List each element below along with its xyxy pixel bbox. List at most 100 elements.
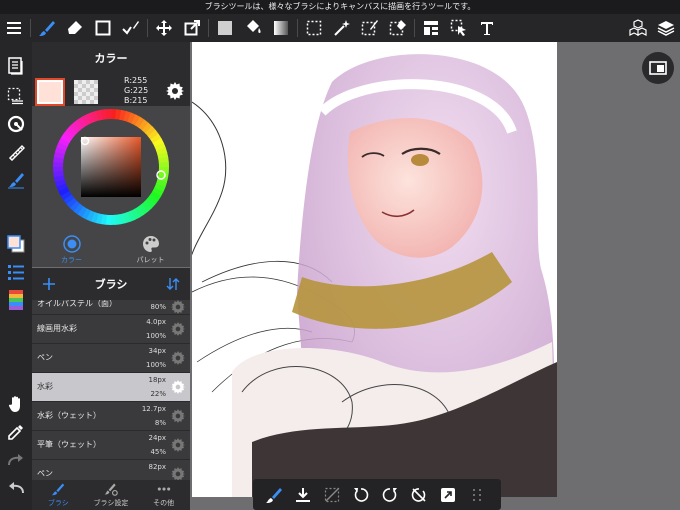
brush-opacity: 8% — [154, 419, 166, 427]
eraser-tool-icon[interactable] — [61, 14, 89, 42]
brush-panel: ブラシ オイルパステル（面） 80% 線画用水彩 4.0px 100% ペン 3… — [32, 268, 190, 510]
color-panel: カラー R:255 G:225 B:215 カラー パレット — [32, 42, 190, 267]
brush-item[interactable]: オイルパステル（面） 80% — [32, 300, 190, 315]
brush-item[interactable]: 線画用水彩 4.0px 100% — [32, 315, 190, 344]
color-bars-icon[interactable] — [4, 288, 28, 312]
brush-gear-icon[interactable] — [171, 351, 185, 365]
text-icon[interactable] — [473, 14, 501, 42]
selection-layer-icon[interactable] — [4, 84, 28, 108]
canvas-bottom-toolbar — [253, 479, 501, 510]
select-pen-plus-icon[interactable] — [356, 14, 384, 42]
rect-shape-icon[interactable] — [89, 14, 117, 42]
layer-thumbnail-icon[interactable] — [433, 480, 462, 509]
hand-icon[interactable] — [4, 392, 28, 416]
brush-name: ペン — [37, 469, 53, 478]
brush-opacity: 100% — [145, 361, 166, 369]
brush-item[interactable]: 平筆（ウェット） 24px 45% — [32, 431, 190, 460]
select-rect-icon[interactable] — [300, 14, 328, 42]
brush-cursor-icon[interactable] — [259, 480, 288, 509]
rotate-left-icon[interactable] — [346, 480, 375, 509]
toolbar-divider — [30, 19, 31, 37]
brush-item-selected[interactable]: 水彩 18px 22% — [32, 373, 190, 402]
brush-opacity: 80% — [150, 303, 166, 311]
brush-gear-icon[interactable] — [171, 467, 185, 480]
brush-size: 24px — [148, 434, 167, 442]
color-tab-icon — [62, 235, 81, 253]
sub-color-swatch[interactable] — [74, 80, 98, 104]
toolbar-divider — [147, 19, 148, 37]
tab-more[interactable]: その他 — [137, 480, 190, 510]
clear-selection-icon[interactable] — [317, 480, 346, 509]
canvas-fullscreen-button[interactable] — [642, 52, 674, 84]
magic-wand-icon[interactable] — [328, 14, 356, 42]
rotate-right-icon[interactable] — [375, 480, 404, 509]
brush-list[interactable]: オイルパステル（面） 80% 線画用水彩 4.0px 100% ペン 34px … — [32, 300, 190, 480]
tab-brush[interactable]: ブラシ — [32, 480, 85, 510]
sv-square-shade — [81, 137, 141, 197]
brush-opacity: 45% — [150, 448, 166, 456]
document-icon[interactable] — [4, 54, 28, 78]
color-swatch-icon[interactable] — [4, 232, 28, 256]
reset-rotation-icon[interactable] — [404, 480, 433, 509]
grip-icon[interactable] — [462, 480, 491, 509]
color-settings-gear-icon[interactable] — [166, 82, 184, 100]
transform-icon[interactable] — [178, 14, 206, 42]
brush-opacity: 100% — [145, 332, 166, 340]
select-eraser-icon[interactable] — [384, 14, 412, 42]
gradient-icon[interactable] — [267, 14, 295, 42]
color-panel-tabs: カラー パレット — [32, 232, 190, 267]
undo-icon[interactable] — [4, 476, 28, 500]
left-toolbar — [0, 42, 32, 510]
snap-icon[interactable] — [4, 112, 28, 136]
color-wheel[interactable] — [52, 108, 170, 226]
brush-gear-icon[interactable] — [171, 438, 185, 452]
save-down-icon[interactable] — [288, 480, 317, 509]
tab-color[interactable]: カラー — [32, 232, 111, 267]
tab-palette[interactable]: パレット — [111, 232, 190, 267]
toolbar-divider — [297, 19, 298, 37]
brush-name: 水彩（ウェット） — [37, 411, 101, 420]
add-brush-icon[interactable] — [32, 277, 66, 291]
brush-gear-icon[interactable] — [171, 409, 185, 423]
brush-tool-icon[interactable] — [33, 14, 61, 42]
brush-name: ペン — [37, 353, 53, 362]
select-pen-icon[interactable] — [117, 14, 145, 42]
brush-gear-icon[interactable] — [171, 300, 185, 314]
brush-name: オイルパステル（面） — [37, 300, 117, 308]
brush-opacity: 22% — [150, 390, 166, 398]
brush-size: 82px — [148, 463, 167, 471]
bucket-icon[interactable] — [239, 14, 267, 42]
sort-icon[interactable] — [156, 277, 190, 291]
app-root: ブラシツールは、様々なブラシによりキャンバスに描画を行うツールです。 カラー R… — [0, 0, 680, 510]
brush-item[interactable]: 水彩（ウェット） 12.7px 8% — [32, 402, 190, 431]
more-dots-icon — [157, 487, 170, 491]
brush-settings-icon — [104, 483, 118, 496]
brush-gear-icon[interactable] — [171, 322, 185, 336]
brush-name: 平筆（ウェット） — [37, 440, 101, 449]
brush-gear-icon[interactable] — [171, 380, 185, 394]
redo-icon[interactable] — [4, 448, 28, 472]
ruler-icon[interactable] — [4, 140, 28, 164]
tab-color-label: カラー — [61, 256, 82, 264]
menu-icon[interactable] — [0, 14, 28, 42]
drawing-canvas[interactable] — [192, 42, 557, 497]
move-layer-icon[interactable] — [445, 14, 473, 42]
move-icon[interactable] — [150, 14, 178, 42]
main-color-fill — [39, 82, 61, 102]
toolbar-divider — [414, 19, 415, 37]
main-color-swatch[interactable] — [35, 78, 65, 106]
layers-icon[interactable] — [652, 14, 680, 42]
3d-icon[interactable] — [624, 14, 652, 42]
layout-icon[interactable] — [417, 14, 445, 42]
fill-color-icon[interactable] — [211, 14, 239, 42]
brush-item[interactable]: ペン 34px 100% — [32, 344, 190, 373]
brush-bottom-tabs: ブラシ ブラシ設定 その他 — [32, 480, 190, 510]
brush-size: 34px — [148, 347, 167, 355]
tab-brush-settings-label: ブラシ設定 — [93, 499, 129, 507]
stabilizer-brush-icon[interactable] — [4, 168, 28, 192]
brush-list-icon[interactable] — [4, 260, 28, 284]
tab-brush-settings[interactable]: ブラシ設定 — [85, 480, 138, 510]
brush-item[interactable]: ペン 82px — [32, 460, 190, 480]
eyedropper-icon[interactable] — [4, 420, 28, 444]
rgb-b: B:215 — [124, 96, 148, 105]
